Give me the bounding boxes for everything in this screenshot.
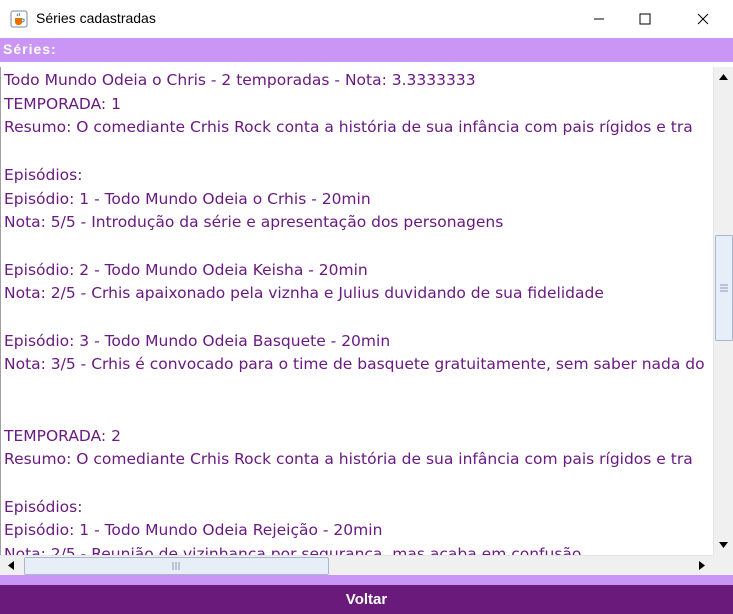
series-header: Séries: [0, 38, 733, 62]
vertical-scroll-thumb[interactable] [715, 235, 733, 341]
horizontal-scroll-thumb[interactable] [24, 557, 329, 575]
grip-icon [172, 562, 180, 570]
window-title: Séries cadastradas [36, 10, 156, 26]
scroll-down-button[interactable] [715, 537, 731, 553]
arrow-up-icon [718, 74, 728, 80]
arrow-down-icon [718, 542, 728, 548]
scroll-right-button[interactable] [694, 557, 710, 573]
horizontal-scrollbar[interactable] [0, 555, 713, 575]
scroll-left-button[interactable] [3, 557, 19, 573]
text-line: TEMPORADA: 1 [4, 94, 121, 113]
text-line: Nota: 2/5 - Reunião de vizinhanca por se… [4, 545, 582, 555]
text-line: Episódio: 1 - Todo Mundo Odeia Rejeição … [4, 521, 383, 540]
text-line: Episódio: 3 - Todo Mundo Odeia Basquete … [4, 331, 391, 350]
scroll-up-button[interactable] [715, 69, 731, 85]
minimize-button[interactable] [576, 0, 622, 38]
text-line: Resumo: O comediante Crhis Rock conta a … [4, 450, 693, 469]
title-bar: Séries cadastradas [0, 0, 733, 38]
maximize-icon [639, 13, 651, 25]
arrow-left-icon [8, 560, 14, 570]
text-line: Nota: 3/5 - Crhis é convocado para o tim… [4, 355, 705, 374]
arrow-right-icon [699, 560, 705, 570]
text-line: Episódio: 2 - Todo Mundo Odeia Keisha - … [4, 260, 368, 279]
minimize-icon [594, 18, 604, 20]
text-line: TEMPORADA: 2 [4, 426, 121, 445]
series-text-area[interactable]: Todo Mundo Odeia o Chris - 2 temporadas … [0, 67, 714, 555]
text-line: Episódio: 1 - Todo Mundo Odeia o Crhis -… [4, 189, 371, 208]
text-line: Episódios: [4, 165, 83, 184]
voltar-button[interactable]: Voltar [346, 591, 387, 608]
footer-divider [0, 575, 733, 585]
series-header-label: Séries: [3, 41, 57, 57]
close-icon [697, 13, 709, 25]
grip-icon [720, 284, 728, 292]
java-cup-icon [10, 10, 28, 28]
vertical-scrollbar[interactable] [713, 67, 733, 555]
footer-bar: Voltar [0, 585, 733, 614]
text-line: Todo Mundo Odeia o Chris - 2 temporadas … [4, 71, 476, 89]
text-line: Resumo: O comediante Crhis Rock conta a … [4, 118, 693, 137]
text-line: Nota: 2/5 - Crhis apaixonado pela viznha… [4, 284, 604, 303]
scroll-corner [713, 555, 733, 575]
close-button[interactable] [680, 0, 726, 38]
text-line: Nota: 5/5 - Introdução da série e aprese… [4, 213, 504, 232]
maximize-button[interactable] [622, 0, 668, 38]
text-line: Episódios: [4, 497, 83, 516]
